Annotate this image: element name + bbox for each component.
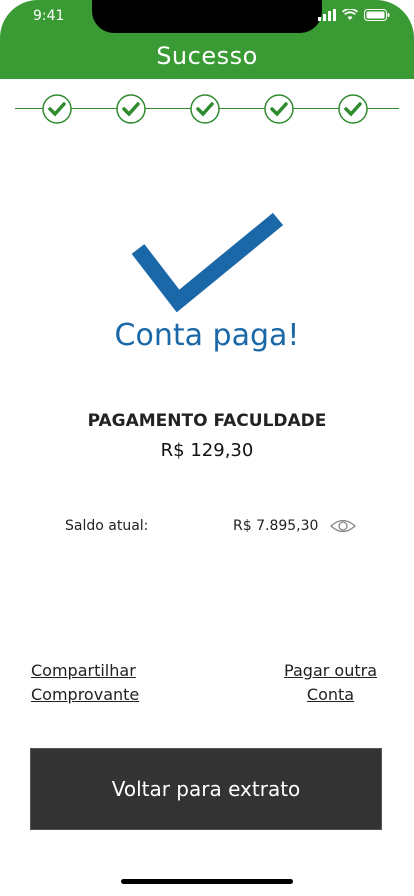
step-5-check-icon	[338, 94, 368, 124]
check-icon	[131, 212, 284, 313]
pay-another-line2: Conta	[306, 685, 355, 704]
battery-icon	[364, 9, 390, 21]
pay-another-bill-link[interactable]: Pagar outra Conta	[284, 659, 377, 707]
pay-another-line1: Pagar outra	[284, 661, 377, 680]
share-receipt-link[interactable]: Compartilhar Comprovante	[31, 659, 139, 707]
result-title: Conta paga!	[114, 318, 300, 353]
step-4-check-icon	[264, 94, 294, 124]
progress-stepper	[15, 92, 399, 126]
step-1-check-icon	[42, 94, 72, 124]
eye-icon[interactable]	[330, 516, 356, 536]
wifi-icon	[342, 9, 358, 20]
home-indicator	[121, 879, 293, 884]
balance-value: R$ 7.895,30	[233, 518, 319, 534]
payment-amount: R$ 129,30	[160, 440, 254, 461]
back-to-statement-button[interactable]: Voltar para extrato	[30, 748, 382, 830]
app-header: 9:41 Sucesso	[0, 0, 414, 79]
share-receipt-line1: Compartilhar	[31, 661, 136, 680]
step-3-check-icon	[190, 94, 220, 124]
payment-name: PAGAMENTO FACULDADE	[87, 411, 327, 431]
signal-icon	[318, 9, 336, 21]
status-icons	[318, 9, 390, 21]
status-time: 9:41	[33, 8, 65, 24]
page-title: Sucesso	[156, 42, 258, 70]
balance-label: Saldo atual:	[65, 518, 149, 534]
step-2-check-icon	[116, 94, 146, 124]
device-notch	[92, 0, 322, 33]
share-receipt-line2: Comprovante	[31, 685, 140, 704]
